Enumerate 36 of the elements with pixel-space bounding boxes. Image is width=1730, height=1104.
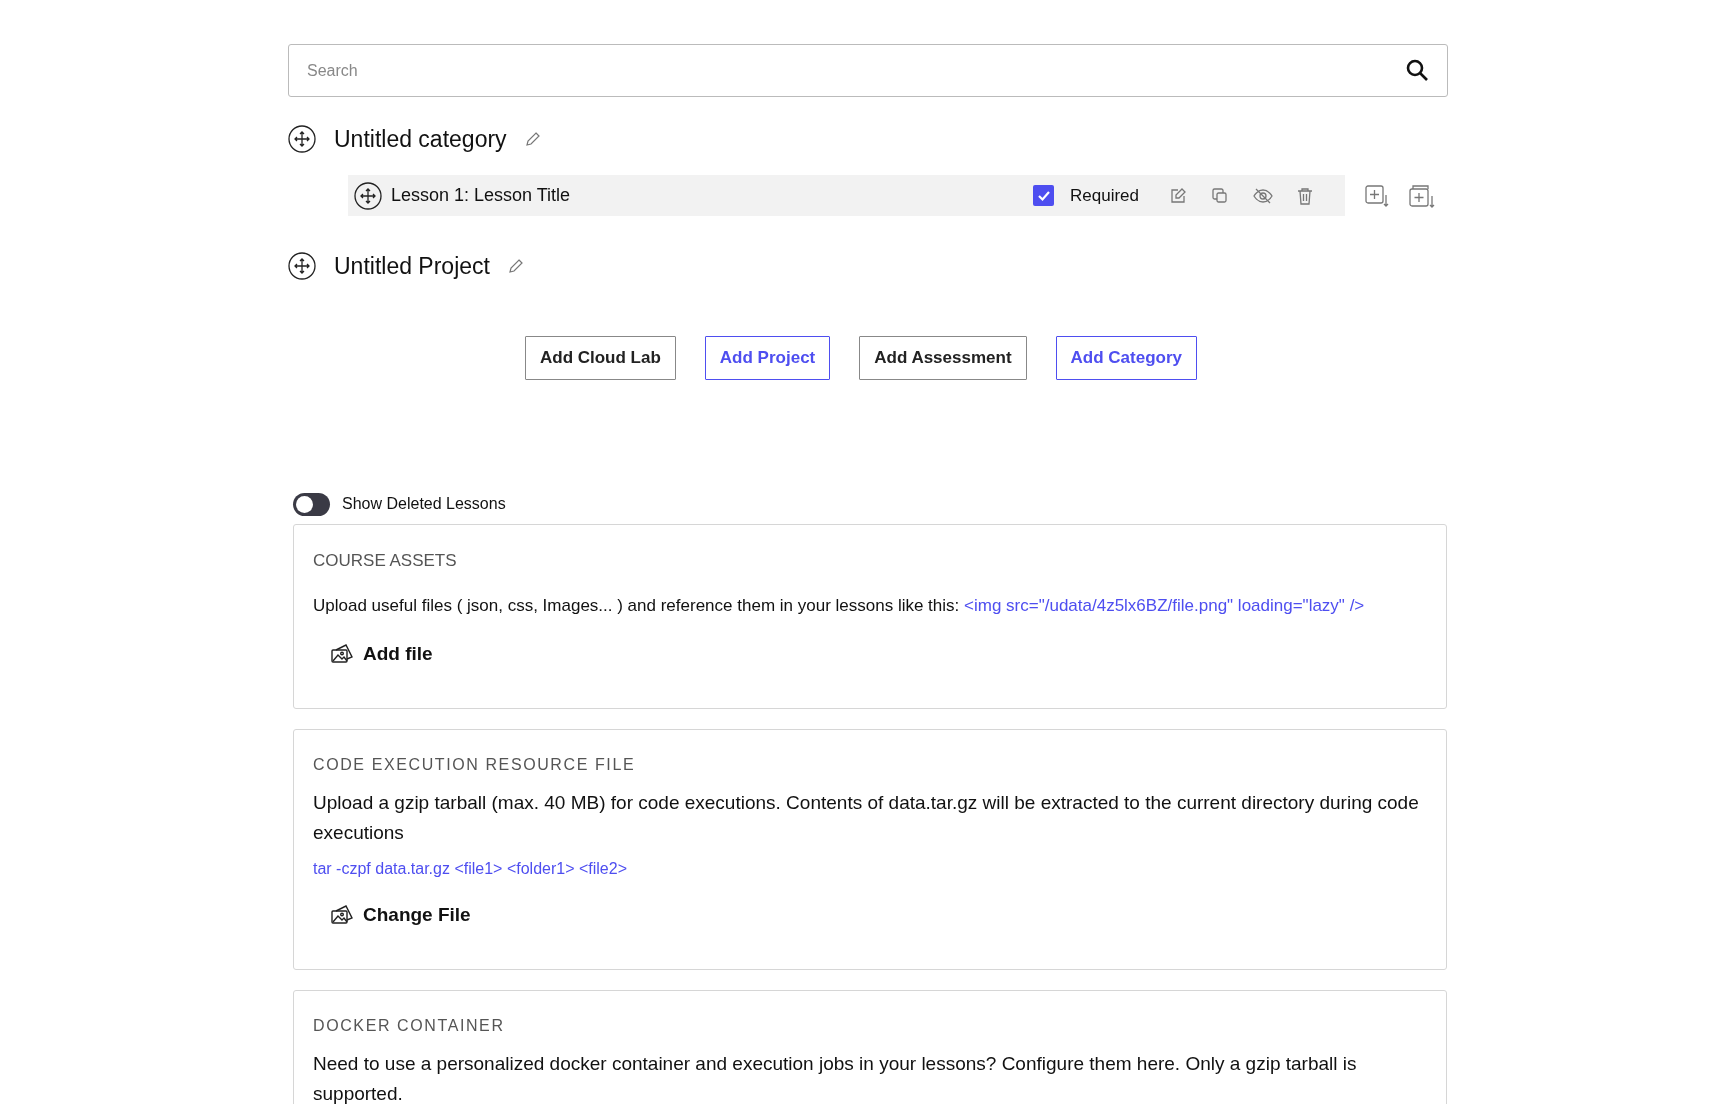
- trash-icon[interactable]: [1297, 186, 1313, 205]
- code-snippet: tar -czpf data.tar.gz <file1> <folder1> <file2>: [313, 860, 628, 878]
- add-button[interactable]: Add Cloud Lab: [524, 336, 676, 380]
- outline-title: Untitled Project: [334, 252, 490, 280]
- move-icon[interactable]: [354, 181, 382, 210]
- pencil-icon[interactable]: [507, 258, 524, 274]
- required-label: Required: [1070, 185, 1139, 206]
- add-below-icon[interactable]: [1365, 184, 1389, 207]
- add-button[interactable]: Add Assessment: [859, 336, 1027, 380]
- image-upload-icon: [331, 644, 353, 664]
- panel-description: Upload a gzip tarball (max. 40 MB) for code executions. Contents of data.tar.gz will be extracted to the current directory during code executions: [313, 791, 1420, 845]
- required-checkbox[interactable]: [1033, 185, 1054, 206]
- lesson-title: Lesson 1: Lesson Title: [391, 185, 572, 206]
- duplicate-below-icon[interactable]: [1409, 183, 1435, 208]
- move-icon[interactable]: [288, 125, 316, 153]
- search-field[interactable]: Search: [288, 44, 1448, 97]
- search-icon[interactable]: [1406, 59, 1428, 81]
- edit-icon[interactable]: [1169, 186, 1187, 205]
- panel-title: COURSE ASSETS: [313, 551, 458, 571]
- upload-button[interactable]: Add file: [331, 643, 433, 665]
- image-upload-icon: [331, 905, 353, 925]
- copy-icon[interactable]: [1211, 186, 1229, 205]
- outline-title: Untitled category: [334, 125, 507, 153]
- panel-title: DOCKER CONTAINER: [313, 1017, 506, 1035]
- toggle-switch[interactable]: [293, 492, 330, 516]
- add-button[interactable]: Add Project: [704, 336, 831, 380]
- eye-slash-icon[interactable]: [1253, 186, 1273, 205]
- panel-description: Upload useful files ( json, css, Images... ) and reference them in your lessons like this: <img src="/udata/4z5lx6BZ/file.png" loading="lazy" />: [313, 595, 1366, 617]
- move-icon[interactable]: [288, 252, 316, 280]
- panel-title: CODE EXECUTION RESOURCE FILE: [313, 756, 637, 774]
- add-button[interactable]: Add Category: [1055, 336, 1198, 380]
- pencil-icon[interactable]: [524, 131, 541, 147]
- upload-button[interactable]: Change File: [331, 904, 471, 926]
- panel-description: Need to use a personalized docker container and execution jobs in your lessons? Configure them here. Only a gzip tarball is supported.: [313, 1052, 1358, 1104]
- toggle-label: Show Deleted Lessons: [342, 495, 506, 513]
- lesson-row[interactable]: Lesson 1: Lesson Title Required: [348, 175, 1345, 216]
